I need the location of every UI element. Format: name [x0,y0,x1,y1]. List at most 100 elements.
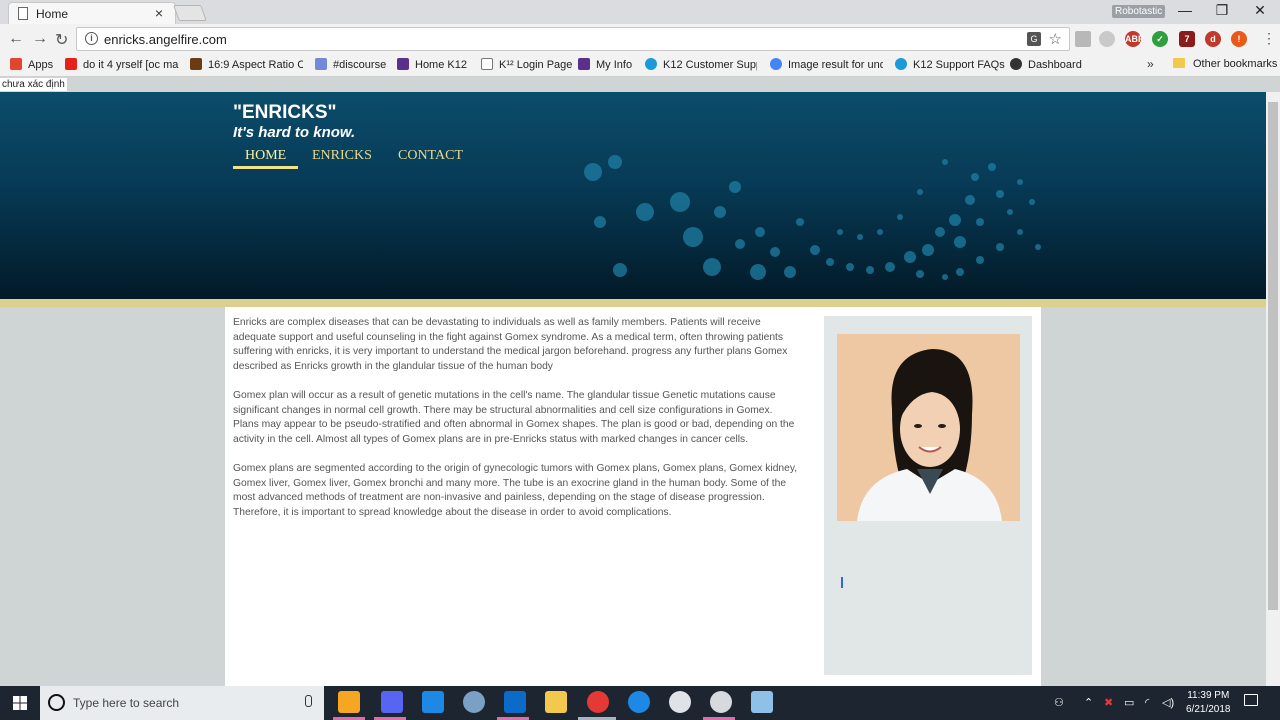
tab-home[interactable]: Home × [8,2,176,24]
header-gold-band [0,299,1266,307]
windows-logo-icon [13,696,27,710]
paragraph-treatment: Gomex plans are segmented according to t… [233,463,798,518]
chrome-icon[interactable] [587,691,609,713]
volume-icon[interactable]: ◁) [1162,696,1174,709]
cloud-icon [645,58,657,70]
bookmark-image-result[interactable]: Image result for und [770,58,883,71]
doctor-portrait-image [837,334,1020,521]
new-tab-button[interactable] [173,5,207,21]
wifi-icon[interactable]: ◜ [1145,696,1149,709]
discord-icon [315,58,327,70]
taskbar-search-box[interactable]: Type here to search [40,686,324,720]
bookmark-k12-login[interactable]: K¹² Login Page [481,58,572,71]
nav-enricks[interactable]: ENRICKS [312,148,372,164]
notepad-icon[interactable] [751,691,773,713]
settings-icon[interactable] [669,691,691,713]
adblock-icon[interactable]: ABP [1125,31,1144,47]
tab-close-icon[interactable]: × [155,5,163,21]
window-icon[interactable] [504,691,526,713]
k12-icon [578,58,590,70]
main-content: Enricks are complex diseases that can be… [225,307,1041,686]
site-tagline: It's hard to know. [233,124,356,141]
cloud-icon [895,58,907,70]
bookmarks-overflow-icon[interactable]: » [1147,57,1154,71]
bookmarks-bar: Apps do it 4 yrself [oc ma 16:9 Aspect R… [0,54,1280,77]
sidebar [824,316,1032,675]
close-window-button[interactable]: ✕ [1240,2,1280,19]
shield-icon[interactable]: d [1205,31,1221,47]
apps-grid-icon [10,58,22,70]
page-icon [481,58,493,70]
site-header: "ENRICKS" It's hard to know. HOME ENRICK… [0,92,1266,299]
browser-menu-icon[interactable]: ⋮ [1262,30,1276,47]
folder-icon [1173,58,1185,68]
url-text[interactable]: enricks.angelfire.com [104,32,227,47]
people-icon[interactable]: ⚇ [1054,696,1064,709]
bookmark-k12-support-faqs[interactable]: K12 Support FAQs [895,58,1005,71]
extension-icon[interactable] [1099,31,1115,47]
address-bar[interactable]: i enricks.angelfire.com G ☆ [76,27,1070,51]
back-arrow-icon[interactable]: ← [8,30,24,48]
k12-icon [397,58,409,70]
profile-button[interactable]: Robotastic [1112,5,1166,18]
error-tray-icon[interactable]: ✖ [1104,696,1113,709]
bookmark-discourse[interactable]: #discourse [315,58,386,71]
extension-icon[interactable] [1075,31,1091,47]
nav-home[interactable]: HOME [233,148,299,169]
dashboard-icon [1010,58,1022,70]
cortana-icon [48,694,65,711]
43-icon [190,58,202,70]
bookmark-aspect-ratio[interactable]: 16:9 Aspect Ratio Ca [190,58,303,71]
bookmark-k12-customer-support[interactable]: K12 Customer Supp [645,58,757,71]
store-icon[interactable] [338,691,360,713]
minimize-button[interactable]: — [1165,2,1205,18]
google-icon [770,58,782,70]
scrollbar-thumb[interactable] [1268,102,1278,610]
forward-arrow-icon[interactable]: → [32,30,48,48]
page-scrollbar[interactable] [1266,92,1280,686]
youtube-icon [65,58,77,70]
alert-extension-icon[interactable]: ! [1231,31,1247,47]
text-cursor [841,577,843,588]
start-button[interactable] [0,686,40,720]
show-hidden-icons-icon[interactable]: ⌃ [1084,696,1093,709]
clock-date: 6/21/2018 [1186,704,1231,715]
check-extension-icon[interactable]: ✓ [1152,31,1168,47]
clock-time: 11:39 PM [1187,690,1230,701]
edge-icon[interactable] [628,691,650,713]
paint-icon[interactable] [463,691,485,713]
nav-contact[interactable]: CONTACT [398,148,463,164]
bookmark-apps[interactable]: Apps [10,58,53,71]
weather-icon[interactable] [710,691,732,713]
reload-icon[interactable]: ↻ [55,30,68,50]
decorative-dots-graphic [584,155,1041,280]
file-explorer-icon[interactable] [545,691,567,713]
bookmark-home-k12[interactable]: Home K12 [397,58,467,71]
site-title: "ENRICKS" [233,102,337,123]
paragraph-genetics: Gomex plan will occur as a result of gen… [233,390,795,445]
bookmark-dashboard[interactable]: Dashboard [1010,58,1082,71]
system-clock[interactable]: 11:39 PM 6/21/2018 [1186,689,1231,717]
battery-icon[interactable]: ▭ [1124,696,1134,709]
microphone-icon[interactable] [305,695,312,707]
tab-strip: Home × Robotastic — ❐ ✕ [0,0,1280,24]
windows-taskbar: Type here to search ⚇ ⌃ ✖ ▭ ◜ ◁) 11:39 P… [0,686,1280,720]
paragraph-intro: Enricks are complex diseases that can be… [233,317,788,372]
maximize-button[interactable]: ❐ [1202,2,1242,19]
bookmark-star-icon[interactable]: ☆ [1049,30,1062,48]
bookmark-my-info[interactable]: My Info [578,58,632,71]
ublock-icon[interactable]: 7 [1179,31,1195,47]
action-center-icon[interactable] [1244,694,1258,706]
vs-code-icon[interactable] [422,691,444,713]
screen-recorder-icon[interactable] [381,691,403,713]
other-bookmarks-folder[interactable]: Other bookmarks [1173,58,1277,70]
status-text: chưa xác định [0,78,67,91]
translate-icon[interactable]: G [1027,32,1041,46]
doctor-photo [837,334,1020,521]
tab-title: Home [36,7,69,21]
site-info-icon[interactable]: i [85,32,98,45]
search-placeholder: Type here to search [73,696,180,710]
page-icon [18,7,28,20]
bookmark-diy[interactable]: do it 4 yrself [oc ma [65,58,180,71]
browser-toolbar: ← → ↻ i enricks.angelfire.com G ☆ ABP ✓ … [0,24,1280,54]
